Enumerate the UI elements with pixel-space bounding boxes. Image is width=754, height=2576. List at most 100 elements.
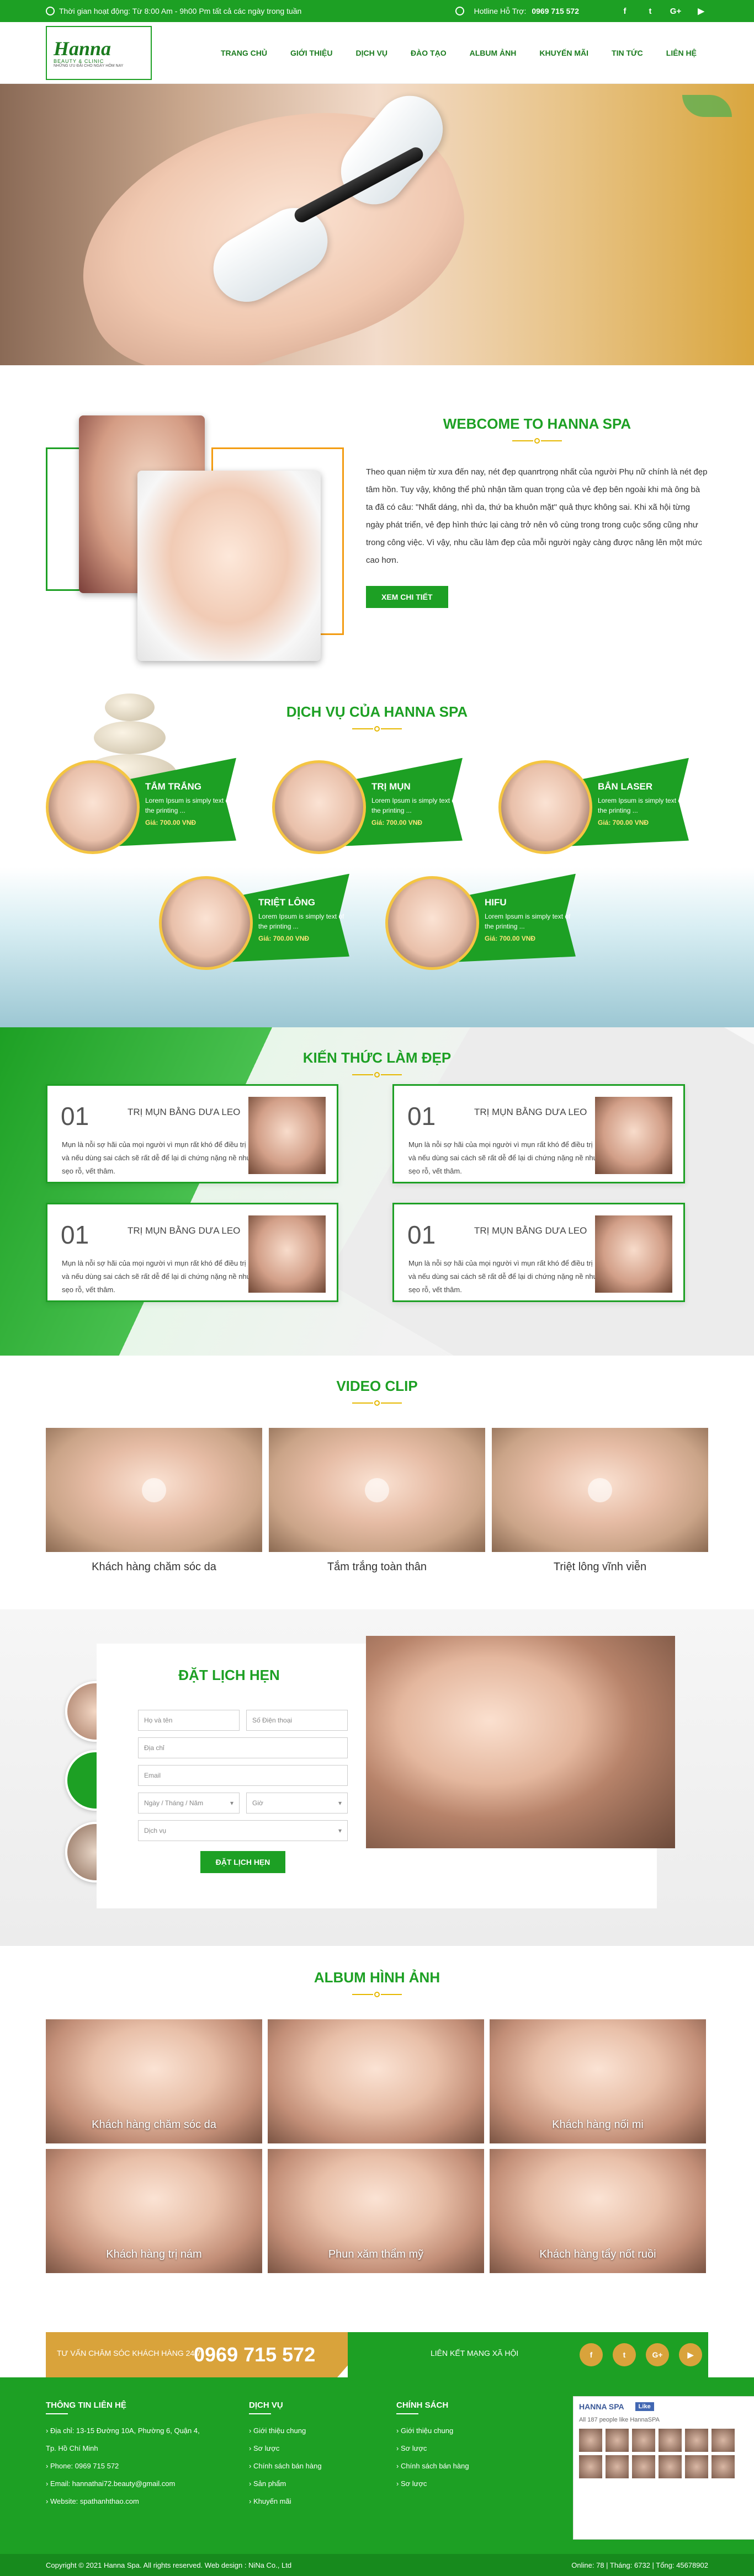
knowledge-card[interactable]: 01 TRỊ MỤN BẰNG DƯA LEO Mụn là nỗi sợ hã… — [46, 1084, 338, 1183]
album-item[interactable]: Khách hàng chăm sóc da — [46, 2019, 262, 2143]
nav-contact[interactable]: LIÊN HỆ — [655, 49, 708, 57]
visitor-stats: Online: 78 | Tháng: 6732 | Tổng: 4567890… — [571, 2561, 708, 2569]
play-icon[interactable] — [142, 1478, 166, 1502]
name-field[interactable]: Họ và tên — [138, 1710, 240, 1731]
service-card[interactable]: BẮN LASER Lorem Ipsum is simply text of … — [498, 755, 692, 865]
phone-field[interactable]: Số Điện thoại — [246, 1710, 348, 1731]
knowledge-image — [595, 1097, 672, 1174]
nav-album[interactable]: ALBUM ẢNH — [458, 49, 528, 57]
nav-about[interactable]: GIỚI THIỆU — [279, 49, 344, 57]
nav-news[interactable]: TIN TỨC — [600, 49, 655, 57]
video-item[interactable]: Triệt lông vĩnh viễn — [492, 1428, 708, 1574]
logo[interactable]: Hanna BEAUTY & CLINIC NHỮNG ƯU ĐÃI CHO N… — [46, 26, 152, 80]
video-thumbnail[interactable] — [492, 1428, 708, 1552]
service-card[interactable]: HIFU Lorem Ipsum is simply text of the p… — [385, 871, 578, 981]
time-placeholder: Giờ — [252, 1799, 263, 1807]
video-caption: Triệt lông vĩnh viễn — [553, 1561, 647, 1573]
title-ornament — [352, 1399, 402, 1407]
facebook-widget[interactable]: HANNA SPA Like All 187 people like HannaS… — [573, 2396, 754, 2540]
footer-link[interactable]: Chính sách bán hàng — [249, 2457, 370, 2475]
footer-link[interactable]: Khuyến mãi — [249, 2493, 370, 2510]
album-item[interactable] — [268, 2019, 484, 2143]
services-title: DỊCH VỤ CỦA HANNA SPA — [286, 703, 468, 720]
address-field[interactable]: Địa chỉ — [138, 1737, 348, 1758]
knowledge-number: 01 — [407, 1102, 436, 1130]
about-more-button[interactable]: XEM CHI TIẾT — [366, 586, 448, 608]
about-title: WEBCOME TO HANNA SPA — [443, 415, 631, 432]
play-icon[interactable] — [588, 1478, 612, 1502]
service-image — [272, 760, 366, 854]
service-name: TẮM TRẮNG — [145, 781, 201, 792]
twitter-icon[interactable]: t — [613, 2343, 636, 2366]
facebook-icon[interactable]: f — [580, 2343, 603, 2366]
footer-link[interactable]: Giới thiệu chung — [249, 2422, 370, 2440]
nav-home[interactable]: TRANG CHỦ — [209, 49, 279, 57]
footer-policy: CHÍNH SÁCH Giới thiệu chung Sơ lược Chín… — [396, 2401, 518, 2493]
hotline-number[interactable]: 0969 715 572 — [532, 7, 579, 15]
service-card[interactable]: TRIỆT LÔNG Lorem Ipsum is simply text of… — [159, 871, 352, 981]
footer-link[interactable]: Sơ lược — [396, 2475, 518, 2493]
service-price: Giá: 700.00 VNĐ — [371, 819, 423, 826]
date-field[interactable]: Ngày / Tháng / Năm ▾ — [138, 1793, 240, 1814]
knowledge-desc: Mụn là nỗi sợ hãi của mọi người vì mụn r… — [408, 1140, 598, 1175]
support-phone[interactable]: 0969 715 572 — [194, 2343, 315, 2366]
date-placeholder: Ngày / Tháng / Năm — [144, 1799, 204, 1807]
youtube-icon[interactable]: ▶ — [679, 2343, 702, 2366]
service-price: Giá: 700.00 VNĐ — [258, 935, 310, 942]
play-icon[interactable] — [365, 1478, 389, 1502]
footer-website[interactable]: Website: spathanhthao.com — [46, 2493, 211, 2510]
footer-contact: THÔNG TIN LIÊN HỆ Địa chỉ: 13-15 Đường 1… — [46, 2401, 211, 2510]
youtube-icon[interactable]: ▶ — [694, 4, 708, 18]
fb-like-button[interactable]: Like — [635, 2402, 654, 2411]
nav-services[interactable]: DỊCH VỤ — [344, 49, 399, 57]
footer-link[interactable]: Sơ lược — [396, 2440, 518, 2457]
booking-form: Họ và tên Số Điện thoại Địa chỉ Email Ng… — [138, 1710, 348, 1873]
service-desc: Lorem Ipsum is simply text of the printi… — [371, 797, 458, 814]
footer-link[interactable]: Sơ lược — [249, 2440, 370, 2457]
social-label: LIÊN KẾT MẠNG XÃ HỘI — [431, 2349, 519, 2358]
clock-icon — [46, 7, 55, 15]
service-select[interactable]: Dịch vụ ▾ — [138, 1820, 348, 1841]
time-select[interactable]: Giờ ▾ — [246, 1793, 348, 1814]
service-name: TRIỆT LÔNG — [258, 897, 315, 908]
nav-promotions[interactable]: KHUYẾN MÃI — [528, 49, 600, 57]
knowledge-image — [248, 1215, 326, 1293]
footer-link[interactable]: Giới thiệu chung — [396, 2422, 518, 2440]
service-desc: Lorem Ipsum is simply text of the printi… — [485, 913, 571, 930]
knowledge-name: TRỊ MỤN BẰNG DƯA LEO — [474, 1107, 587, 1117]
service-card[interactable]: TRỊ MỤN Lorem Ipsum is simply text of th… — [272, 755, 465, 865]
service-image — [385, 876, 479, 970]
video-thumbnail[interactable] — [46, 1428, 262, 1552]
fb-like-count: All 187 people like HannaSPA — [579, 2417, 660, 2423]
support-label: TƯ VẤN CHĂM SÓC KHÁCH HÀNG 24/7 — [57, 2349, 201, 2358]
video-item[interactable]: Khách hàng chăm sóc da — [46, 1428, 262, 1574]
twitter-icon[interactable]: t — [643, 4, 657, 18]
nav-training[interactable]: ĐÀO TẠO — [399, 49, 458, 57]
album-item[interactable]: Khách hàng tẩy nốt ruồi — [490, 2149, 706, 2273]
booking-submit-button[interactable]: ĐẶT LỊCH HẸN — [200, 1851, 286, 1873]
album-item[interactable]: Khách hàng nối mi — [490, 2019, 706, 2143]
footer-link[interactable]: Chính sách bán hàng — [396, 2457, 518, 2475]
video-section: VIDEO CLIP Khách hàng chăm sóc da Tắm tr… — [0, 1356, 754, 1609]
knowledge-card[interactable]: 01 TRỊ MỤN BẰNG DƯA LEO Mụn là nỗi sợ hã… — [392, 1203, 685, 1302]
video-thumbnail[interactable] — [269, 1428, 485, 1552]
footer-link[interactable]: Sản phẩm — [249, 2475, 370, 2493]
video-item[interactable]: Tắm trắng toàn thân — [269, 1428, 485, 1574]
logo-subtitle: BEAUTY & CLINIC — [54, 58, 104, 64]
footer-phone[interactable]: Phone: 0969 715 572 — [46, 2457, 211, 2475]
knowledge-image — [595, 1215, 672, 1293]
chevron-down-icon: ▾ — [230, 1799, 233, 1807]
google-plus-icon[interactable]: G+ — [668, 4, 683, 18]
facebook-icon[interactable]: f — [618, 4, 632, 18]
hotline-label: Hotline Hỗ Trợ: — [474, 7, 527, 15]
album-item[interactable]: Khách hàng trị nám — [46, 2149, 262, 2273]
album-item[interactable]: Phun xăm thẩm mỹ — [268, 2149, 484, 2273]
about-text: Theo quan niệm từ xưa đến nay, nét đẹp q… — [366, 467, 708, 565]
service-card[interactable]: TẮM TRẮNG Lorem Ipsum is simply text of … — [46, 755, 239, 865]
footer-email[interactable]: Email: hannathai72.beauty@gmail.com — [46, 2475, 211, 2493]
service-placeholder: Dịch vụ — [144, 1827, 167, 1834]
knowledge-card[interactable]: 01 TRỊ MỤN BẰNG DƯA LEO Mụn là nỗi sợ hã… — [392, 1084, 685, 1183]
knowledge-card[interactable]: 01 TRỊ MỤN BẰNG DƯA LEO Mụn là nỗi sợ hã… — [46, 1203, 338, 1302]
email-field[interactable]: Email — [138, 1765, 348, 1786]
google-plus-icon[interactable]: G+ — [646, 2343, 669, 2366]
